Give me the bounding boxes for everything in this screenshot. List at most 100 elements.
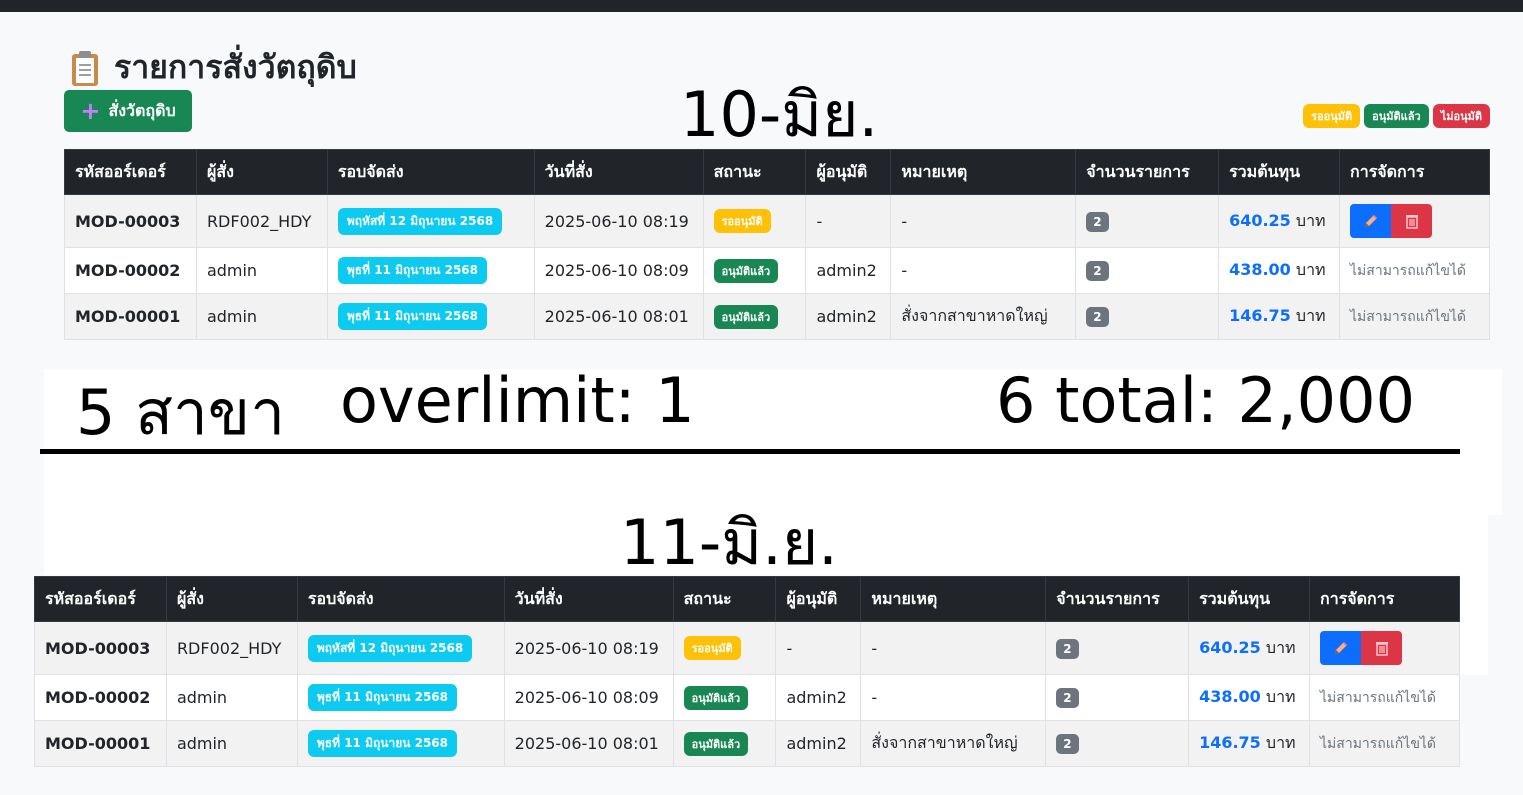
top-navbar [0,0,1523,12]
legend-pending-badge: รออนุมัติ [1303,104,1361,128]
col-cost[interactable]: รวมต้นทุน [1218,149,1341,195]
order-no: MOD-00002 [64,247,197,294]
col-actions: การจัดการ [1339,149,1490,195]
page-title-text: รายการสั่งวัตถุดิบ [114,48,357,86]
col-order-no[interactable]: รหัสออร์เดอร์ [64,149,197,195]
approver: - [805,194,892,248]
round-badge: พุธที่ 11 มิถุนายน 2568 [337,257,488,284]
cost-unit: บาท [1295,306,1326,325]
note: สั่งจากสาขาหาดใหญ่ [860,720,1047,767]
col-date[interactable]: วันที่สั่ง [503,576,674,622]
cost-value: 146.75 [1229,306,1291,325]
cost-unit: บาท [1265,637,1296,657]
add-order-button[interactable]: + สั่งวัตถุดิบ [64,90,192,132]
delete-button[interactable] [1391,204,1433,238]
edit-button[interactable] [1320,631,1362,665]
legend-approved-badge: อนุมัติแล้ว [1364,104,1429,128]
order-no: MOD-00001 [34,720,167,767]
round-badge: พฤหัสที่ 12 มิถุนายน 2568 [337,207,503,235]
orderer: admin [195,247,328,294]
col-orderer[interactable]: ผู้สั่ง [165,576,298,622]
col-date[interactable]: วันที่สั่ง [533,149,704,195]
round-badge: พุธที่ 11 มิถุนายน 2568 [307,684,458,711]
col-orderer[interactable]: ผู้สั่ง [195,149,328,195]
table-row: MOD-00001 admin พุธที่ 11 มิถุนายน 2568 … [34,720,1460,767]
order-date: 2025-06-10 08:01 [503,720,674,767]
annotation-divider [40,449,1460,454]
col-status[interactable]: สถานะ [702,149,807,195]
trash-icon [1405,215,1418,229]
note: - [890,247,1077,294]
cost-unit: บาท [1295,260,1326,279]
approver: admin2 [775,674,862,721]
table-header-row: รหัสออร์เดอร์ ผู้สั่ง รอบจัดส่ง วันที่สั… [34,576,1460,622]
order-date: 2025-06-10 08:01 [533,293,704,340]
approver: - [775,621,862,675]
orders-table-bottom: รหัสออร์เดอร์ ผู้สั่ง รอบจัดส่ง วันที่สั… [34,576,1460,767]
approver: admin2 [805,247,892,294]
orderer: admin [195,293,328,340]
add-order-label: สั่งวัตถุดิบ [108,100,176,120]
not-editable-text: ไม่สามารถแก้ไขได้ [1309,674,1460,721]
round-badge: พุธที่ 11 มิถุนายน 2568 [307,730,458,757]
annotation-branches: 5 สาขา [76,376,286,449]
cost-value: 640.25 [1199,637,1261,657]
orderer: RDF002_HDY [165,621,298,675]
order-no: MOD-00003 [64,194,197,248]
table-row: MOD-00002 admin พุธที่ 11 มิถุนายน 2568 … [34,674,1460,721]
page-title: รายการสั่งวัตถุดิบ [70,42,357,93]
clipboard-icon [70,50,100,86]
note: - [860,621,1047,675]
not-editable-text: ไม่สามารถแก้ไขได้ [1339,247,1490,294]
col-approver[interactable]: ผู้อนุมัติ [775,576,862,622]
order-date: 2025-06-10 08:09 [533,247,704,294]
status-badge: อนุมัติแล้ว [713,258,779,283]
cost-value: 146.75 [1199,733,1261,752]
item-count-badge: 2 [1056,734,1079,754]
col-order-no[interactable]: รหัสออร์เดอร์ [34,576,167,622]
col-actions: การจัดการ [1309,576,1460,622]
plus-icon: + [80,97,101,125]
not-editable-text: ไม่สามารถแก้ไขได้ [1309,720,1460,767]
pencil-icon [1364,215,1377,227]
table-header-row: รหัสออร์เดอร์ ผู้สั่ง รอบจัดส่ง วันที่สั… [64,149,1490,195]
order-no: MOD-00002 [34,674,167,721]
trash-icon [1375,642,1388,656]
annotation-strip [1460,575,1488,675]
table-row: MOD-00003 RDF002_HDY พฤหัสที่ 12 มิถุนาย… [64,194,1490,248]
col-status[interactable]: สถานะ [672,576,777,622]
item-count-badge: 2 [1086,211,1109,232]
cost-value: 438.00 [1199,687,1261,706]
cost-unit: บาท [1265,687,1296,706]
order-date: 2025-06-10 08:19 [503,621,674,675]
col-note[interactable]: หมายเหตุ [890,149,1077,195]
table-row: MOD-00001 admin พุธที่ 11 มิถุนายน 2568 … [64,293,1490,340]
order-date: 2025-06-10 08:19 [533,194,704,248]
item-count-badge: 2 [1086,261,1109,281]
delete-button[interactable] [1361,631,1403,665]
round-badge: พุธที่ 11 มิถุนายน 2568 [337,303,488,330]
table-row: MOD-00002 admin พุธที่ 11 มิถุนายน 2568 … [64,247,1490,294]
col-round[interactable]: รอบจัดส่ง [296,576,505,622]
item-count-badge: 2 [1056,688,1079,708]
col-approver[interactable]: ผู้อนุมัติ [805,149,892,195]
not-editable-text: ไม่สามารถแก้ไขได้ [1339,293,1490,340]
status-badge: รออนุมัติ [713,209,771,233]
annotation-total: 6 total: 2,000 [996,364,1416,437]
cost-value: 640.25 [1229,210,1291,230]
col-items[interactable]: จำนวนรายการ [1075,149,1220,195]
annotation-overlimit: overlimit: 1 [340,364,695,437]
col-round[interactable]: รอบจัดส่ง [326,149,535,195]
edit-button[interactable] [1350,204,1392,238]
pencil-icon [1334,642,1347,654]
status-legend: รออนุมัติ อนุมัติแล้ว ไม่อนุมัติ [1303,104,1490,128]
approver: admin2 [805,293,892,340]
round-badge: พฤหัสที่ 12 มิถุนายน 2568 [307,634,473,662]
col-note[interactable]: หมายเหตุ [860,576,1047,622]
orderer: admin [165,720,298,767]
orders-table-top: รหัสออร์เดอร์ ผู้สั่ง รอบจัดส่ง วันที่สั… [64,149,1490,340]
col-items[interactable]: จำนวนรายการ [1045,576,1190,622]
col-cost[interactable]: รวมต้นทุน [1188,576,1311,622]
approver: admin2 [775,720,862,767]
status-badge: อนุมัติแล้ว [683,731,749,756]
